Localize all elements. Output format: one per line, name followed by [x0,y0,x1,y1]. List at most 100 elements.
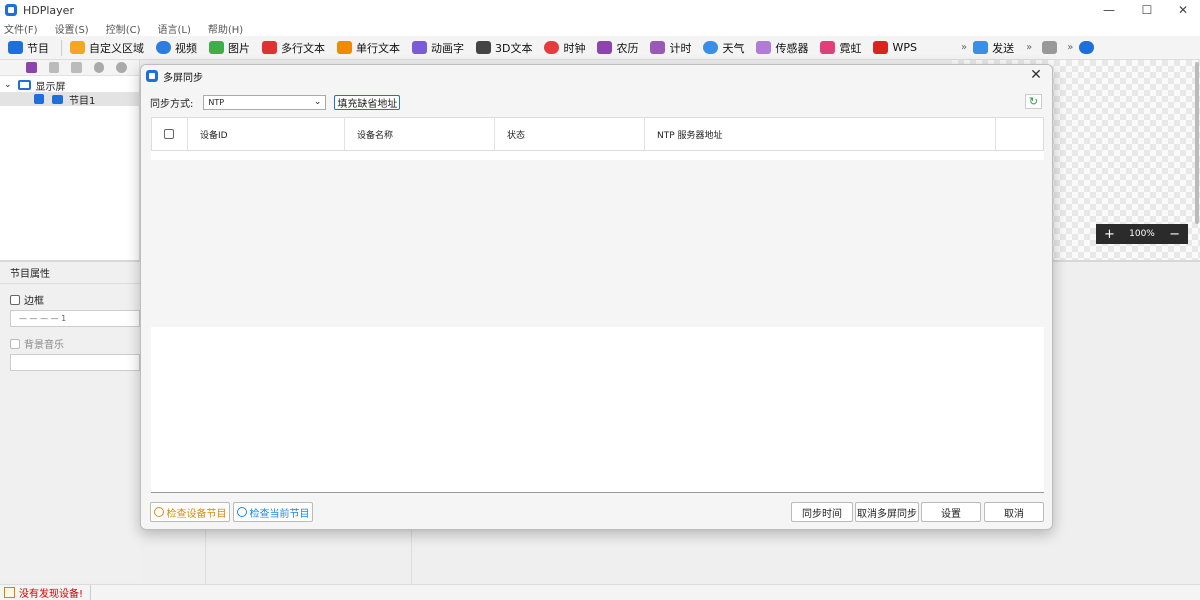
toolbar-program-button[interactable]: 节目 [8,40,49,56]
toolbar-overflow-button-3[interactable]: » [1067,42,1073,53]
maximize-button[interactable]: ☐ [1130,0,1164,20]
border-style-select[interactable]: — — — — 1 [10,310,140,327]
select-all-checkbox[interactable] [164,129,174,139]
toolbar-overflow-button-2[interactable]: » [1026,42,1032,53]
shield-icon [153,507,164,517]
toolbar-3d-text-button[interactable]: 3D文本 [476,40,532,56]
cancel-multi-sync-button[interactable]: 取消多屏同步 [855,502,919,522]
status-message: 没有发现设备! [19,589,84,600]
check-device-program-button[interactable]: 检查设备节目 [150,502,230,522]
move-icon[interactable] [1042,41,1058,54]
column-status[interactable]: 状态 [495,118,645,150]
multiline-text-icon [262,41,277,54]
bgmusic-input[interactable] [10,354,140,371]
monitor-icon [17,80,31,90]
move-down-icon[interactable] [116,62,127,73]
menu-bar: 文件(F) 设置(S) 控制(C) 语言(L) 帮助(H) [0,20,1200,36]
column-extra [996,118,1043,150]
toolbar-overflow-button[interactable]: » [961,42,967,53]
toolbar-animated-text-button[interactable]: 动画字 [412,40,464,56]
border-option[interactable]: 边框 [0,284,140,307]
wps-icon [873,41,889,54]
app-title: HDPlayer [23,3,74,17]
toolbar-program-label: 节目 [27,41,49,55]
dialog-app-icon [146,70,158,82]
program-tree-pane: ⌄ 显示屏 节目1 [0,60,140,260]
chevron-down-icon: ⌄ [313,97,322,107]
check-current-program-button[interactable]: 检查当前节目 [233,502,313,522]
video-icon [156,41,171,54]
settings-button[interactable]: 设置 [921,502,981,522]
column-device-name[interactable]: 设备名称 [345,118,495,150]
vertical-scrollbar[interactable] [1195,62,1199,224]
toolbar-neon-label: 霓虹 [839,41,862,55]
cancel-button[interactable]: 取消 [984,502,1044,522]
toolbar-multiline-text-button[interactable]: 多行文本 [262,40,325,56]
select-all-cell [152,118,188,150]
bgmusic-label: 背景音乐 [24,340,64,351]
device-table-header: 设备ID 设备名称 状态 NTP 服务器地址 [151,117,1044,151]
menu-language[interactable]: 语言(L) [158,21,191,36]
toolbar-lunar-label: 农历 [616,41,639,55]
column-device-id[interactable]: 设备ID [188,118,345,150]
device-table-body [151,151,1044,160]
toolbar-video-button[interactable]: 视频 [156,40,197,56]
toolbar-sensor-button[interactable]: 传感器 [756,40,808,56]
menu-settings[interactable]: 设置(S) [55,21,89,36]
toolbar-single-line-text-label: 单行文本 [356,41,400,55]
toolbar-timer-button[interactable]: 计时 [650,40,691,56]
toolbar-timer-label: 计时 [669,41,692,55]
zoom-value: 100% [1129,229,1155,239]
border-checkbox[interactable] [10,294,20,305]
toolbar-single-line-text-button[interactable]: 单行文本 [337,40,400,56]
menu-file[interactable]: 文件(F) [4,21,38,36]
sync-mode-value: NTP [208,97,225,107]
toolbar-clock-button[interactable]: 时钟 [544,40,585,56]
device-detail-panel [151,327,1044,493]
tree-program-node[interactable]: 节目1 [0,92,139,107]
3d-text-icon [476,41,491,54]
toolbar-weather-button[interactable]: 天气 [703,40,744,56]
toolbar-wps-button[interactable]: WPS [873,41,917,54]
minimize-button[interactable]: — [1092,0,1126,20]
zoom-out-button[interactable]: − [1169,227,1180,242]
send-icon [973,41,989,54]
toolbar-custom-area-button[interactable]: 自定义区域 [70,40,144,56]
dialog-title-bar: 多屏同步 ✕ [141,65,1052,87]
image-icon [209,41,224,54]
dialog-close-button[interactable]: ✕ [1028,67,1044,83]
move-up-icon[interactable] [93,62,105,73]
properties-title: 节目属性 [0,262,140,284]
toolbar-neon-button[interactable]: 霓虹 [820,40,861,56]
fill-default-address-button[interactable]: 填充缺省地址 [334,94,401,110]
menu-control[interactable]: 控制(C) [106,21,141,36]
toolbar-lunar-button[interactable]: 农历 [597,40,638,56]
refresh-icon[interactable]: ↻ [1025,94,1042,109]
warning-device-icon [4,587,15,598]
check-all-icon[interactable] [26,62,37,73]
close-window-button[interactable]: ✕ [1166,0,1200,20]
program-checkbox[interactable] [34,94,44,104]
copy-icon[interactable] [48,62,60,73]
program-icon [52,94,63,104]
status-bar: 没有发现设备! [0,584,1200,600]
lower-panels [205,530,412,584]
toolbar-image-button[interactable]: 图片 [209,40,250,56]
column-ntp-server[interactable]: NTP 服务器地址 [645,118,996,150]
animated-text-icon [412,41,427,54]
tree-screen-node[interactable]: ⌄ 显示屏 [0,78,139,93]
bgmusic-option[interactable]: 背景音乐 [0,327,140,351]
paste-icon[interactable] [71,62,82,73]
toolbar-sensor-label: 传感器 [775,41,809,55]
timer-icon [650,41,666,54]
sync-mode-select[interactable]: NTP ⌄ [203,94,327,110]
bgmusic-checkbox[interactable] [10,338,20,349]
expand-chevron-icon[interactable]: ⌄ [4,80,12,90]
zoom-in-button[interactable]: + [1104,227,1115,242]
play-icon[interactable] [1079,41,1095,54]
sync-time-button[interactable]: 同步时间 [791,502,853,522]
neon-icon [820,41,836,54]
menu-help[interactable]: 帮助(H) [208,21,243,36]
dialog-title: 多屏同步 [163,72,203,84]
toolbar-send-button[interactable]: 发送 [973,40,1014,56]
